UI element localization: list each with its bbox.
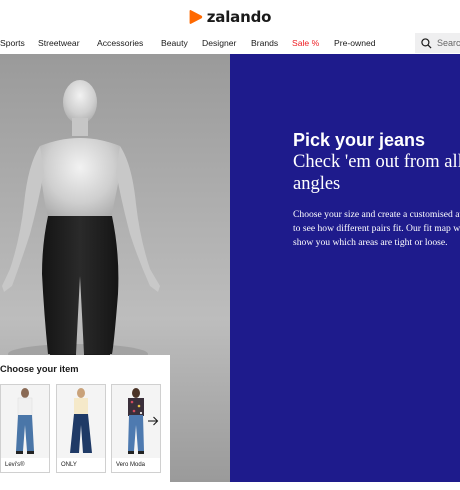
zalando-logo-icon (189, 10, 202, 24)
header: zalando (0, 0, 460, 34)
item-brand-label: Levi's® (5, 462, 25, 468)
search-box[interactable] (415, 33, 460, 53)
hero-subtitle: Check 'em out from all angles (293, 152, 460, 194)
hero-description: Choose your size and create a customised… (293, 209, 460, 248)
chooser-title: Choose your item (0, 364, 79, 374)
nav-item-sports[interactable]: Sports (0, 38, 25, 48)
search-icon (421, 37, 432, 49)
next-items-button[interactable] (145, 413, 161, 429)
hero-panel: Pick your jeans Check 'em out from all a… (230, 54, 460, 482)
nav-item-sale[interactable]: Sale % (292, 38, 319, 48)
nav-item-pre-owned[interactable]: Pre-owned (334, 38, 376, 48)
item-card-levis[interactable]: Levi's® (0, 384, 50, 473)
hero-title: Pick your jeans (293, 130, 426, 150)
nav-item-designer[interactable]: Designer (202, 38, 236, 48)
item-image (57, 385, 105, 458)
item-image (1, 385, 49, 458)
search-input[interactable] (437, 38, 460, 48)
item-brand-label: ONLY (61, 462, 77, 468)
nav-item-accessories[interactable]: Accessories (97, 38, 143, 48)
arrow-right-icon (148, 416, 159, 426)
item-chooser: Choose your item Levi's® ONLY Vero Moda (0, 355, 170, 482)
nav-item-beauty[interactable]: Beauty (161, 38, 188, 48)
main-nav: Sports Streetwear Accessories Beauty Des… (0, 34, 460, 54)
nav-item-streetwear[interactable]: Streetwear (38, 38, 80, 48)
nav-item-brands[interactable]: Brands (251, 38, 278, 48)
brand-name: zalando (206, 8, 272, 26)
zalando-logo[interactable]: zalando (189, 8, 271, 26)
item-brand-label: Vero Moda (116, 462, 146, 468)
item-card-only[interactable]: ONLY (56, 384, 106, 473)
